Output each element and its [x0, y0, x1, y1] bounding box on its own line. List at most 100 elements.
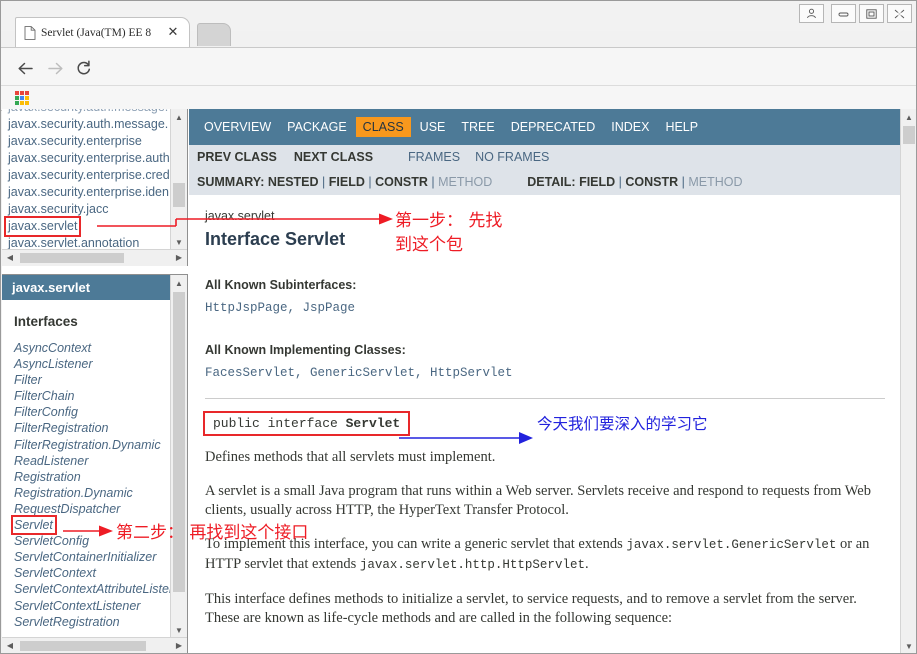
browser-toolbar: 安全 https://javaee.github.io/javaee-spec/…	[1, 47, 917, 86]
apps-grid-dot	[15, 101, 19, 105]
topnav-class[interactable]: CLASS	[356, 117, 411, 137]
implementing-classes-value[interactable]: FacesServlet, GenericServlet, HttpServle…	[205, 366, 885, 380]
interfaces-heading: Interfaces	[14, 314, 171, 329]
interface-list-item[interactable]: ServletContext	[14, 565, 171, 581]
package-list-item[interactable]: javax.security.auth.message.	[8, 116, 170, 133]
forward-icon[interactable]	[43, 56, 67, 80]
topnav-tree[interactable]: TREE	[454, 117, 501, 137]
document-icon	[24, 26, 36, 40]
scroll-up-icon[interactable]: ▲	[901, 109, 917, 125]
detail-method[interactable]: METHOD	[685, 175, 743, 189]
package-list-item[interactable]: javax.security.auth.message.	[8, 109, 170, 116]
topnav-index[interactable]: INDEX	[604, 117, 656, 137]
interface-list-item[interactable]: FilterRegistration	[14, 420, 171, 436]
separator: |	[428, 175, 435, 189]
package-list-item[interactable]: javax.security.jacc	[8, 201, 170, 218]
page-viewport: javax.security.auth.message.javax.securi…	[2, 109, 917, 654]
scroll-right-icon[interactable]: ▶	[171, 250, 187, 265]
package-list-item[interactable]: javax.security.enterprise.cred	[8, 167, 170, 184]
interface-list-item[interactable]: Registration	[14, 469, 171, 485]
tab-servlet[interactable]: Servlet (Java(TM) EE 8 ✕	[15, 17, 190, 47]
package-list-item[interactable]: javax.servlet	[8, 218, 170, 235]
javadoc-document-body: javax.servlet Interface Servlet All Know…	[189, 195, 901, 654]
package-list: javax.security.auth.message.javax.securi…	[2, 109, 170, 266]
no-frames-link[interactable]: NO FRAMES	[475, 150, 549, 164]
reload-icon[interactable]	[71, 56, 95, 80]
scroll-thumb[interactable]	[173, 183, 185, 207]
package-name-label: javax.servlet	[205, 209, 885, 223]
scroll-right-icon[interactable]: ▶	[171, 638, 187, 653]
section-divider	[205, 398, 885, 399]
javadoc-subnav-classnav: PREV CLASS NEXT CLASS FRAMES NO FRAMES	[189, 145, 901, 169]
topnav-package[interactable]: PACKAGE	[280, 117, 354, 137]
interface-list-item[interactable]: AsyncContext	[14, 340, 171, 356]
package-list-hscrollbar[interactable]: ◀ ▶	[2, 249, 187, 266]
apps-grid-icon[interactable]	[15, 91, 29, 105]
new-tab-button[interactable]	[197, 23, 231, 46]
topnav-overview[interactable]: OVERVIEW	[197, 117, 278, 137]
summary-items: NESTED | FIELD | CONSTR | METHOD	[268, 175, 492, 189]
interface-list-item[interactable]: Registration.Dynamic	[14, 485, 171, 501]
apps-grid-dot	[25, 101, 29, 105]
signature-name: Servlet	[346, 416, 401, 431]
back-icon[interactable]	[13, 56, 37, 80]
summary-constr[interactable]: CONSTR	[372, 175, 428, 189]
interface-list-item-highlighted[interactable]: Servlet	[13, 517, 55, 533]
interface-list-item[interactable]: ServletContextAttributeListener	[14, 581, 171, 597]
frames-link[interactable]: FRAMES	[408, 150, 460, 164]
class-list-package-header: javax.servlet	[2, 275, 171, 300]
detail-field[interactable]: FIELD	[579, 175, 615, 189]
package-list-item[interactable]: javax.security.enterprise.iden	[8, 184, 170, 201]
hscroll-thumb[interactable]	[20, 641, 146, 651]
interface-list-item[interactable]: FilterRegistration.Dynamic	[14, 437, 171, 453]
scroll-down-icon[interactable]: ▼	[901, 638, 917, 654]
scroll-down-icon[interactable]: ▼	[171, 234, 187, 250]
bookmarks-bar	[1, 85, 917, 111]
summary-field[interactable]: FIELD	[325, 175, 365, 189]
interface-list-item[interactable]: ServletContainerInitializer	[14, 549, 171, 565]
package-list-item[interactable]: javax.security.enterprise	[8, 133, 170, 150]
interface-list-item[interactable]: RequestDispatcher	[14, 501, 171, 517]
summary-method[interactable]: METHOD	[435, 175, 493, 189]
scroll-left-icon[interactable]: ◀	[2, 250, 18, 265]
topnav-deprecated[interactable]: DEPRECATED	[504, 117, 603, 137]
tab-title: Servlet (Java(TM) EE 8	[41, 27, 151, 39]
scroll-down-icon[interactable]: ▼	[171, 622, 187, 638]
prev-class-link[interactable]: PREV CLASS	[197, 150, 277, 164]
interface-list-item[interactable]: ServletConfig	[14, 533, 171, 549]
interface-list-item[interactable]: ReadListener	[14, 453, 171, 469]
subinterfaces-value[interactable]: HttpJspPage, JspPage	[205, 301, 885, 315]
topnav-use[interactable]: USE	[413, 117, 453, 137]
scroll-up-icon[interactable]: ▲	[171, 275, 187, 291]
class-list-hscrollbar[interactable]: ◀ ▶	[2, 637, 187, 654]
interface-list-item[interactable]: FilterChain	[14, 388, 171, 404]
summary-nested[interactable]: NESTED	[268, 175, 319, 189]
apps-grid-dot	[20, 96, 24, 100]
package-list-item-highlighted[interactable]: javax.servlet	[6, 218, 79, 235]
package-list-vscrollbar[interactable]: ▲ ▼	[170, 109, 187, 250]
content-vscrollbar[interactable]: ▲ ▼	[900, 109, 917, 654]
apps-grid-dot	[15, 91, 19, 95]
apps-grid-dot	[20, 101, 24, 105]
detail-constr[interactable]: CONSTR	[622, 175, 678, 189]
next-class-link[interactable]: NEXT CLASS	[294, 150, 373, 164]
impl-code2: javax.servlet.http.HttpServlet	[360, 558, 585, 572]
javadoc-subnav-summary: SUMMARY: NESTED | FIELD | CONSTR | METHO…	[189, 169, 901, 195]
class-list-vscrollbar[interactable]: ▲ ▼	[170, 275, 187, 638]
javadoc-left-column: javax.security.auth.message.javax.securi…	[2, 109, 188, 654]
scroll-thumb[interactable]	[173, 292, 185, 592]
impl-code1: javax.servlet.GenericServlet	[626, 538, 836, 552]
interface-list-item[interactable]: Servlet	[14, 517, 171, 533]
package-list-item[interactable]: javax.security.enterprise.auth	[8, 150, 170, 167]
tab-close-icon[interactable]: ✕	[166, 25, 180, 39]
scroll-thumb[interactable]	[903, 126, 915, 144]
hscroll-thumb[interactable]	[20, 253, 124, 263]
interface-list-item[interactable]: AsyncListener	[14, 356, 171, 372]
interface-list-item[interactable]: Filter	[14, 372, 171, 388]
interface-list-item[interactable]: ServletRegistration	[14, 614, 171, 630]
scroll-left-icon[interactable]: ◀	[2, 638, 18, 653]
scroll-up-icon[interactable]: ▲	[171, 109, 187, 125]
interface-list-item[interactable]: FilterConfig	[14, 404, 171, 420]
interface-list-item[interactable]: ServletContextListener	[14, 598, 171, 614]
topnav-help[interactable]: HELP	[658, 117, 705, 137]
